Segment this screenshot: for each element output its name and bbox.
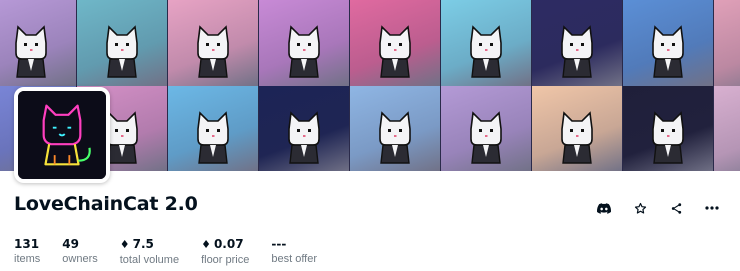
cat-illustration (15, 25, 47, 78)
stat-label: best offer (271, 253, 318, 265)
banner-tile (532, 86, 622, 171)
stat-floor-price[interactable]: ♦ 0.07 floor price (201, 237, 249, 268)
cat-illustration (470, 111, 502, 164)
stat-items[interactable]: 131 items (14, 237, 40, 268)
cat-illustration (732, 105, 740, 165)
banner-tile (168, 0, 258, 86)
cat-illustration (379, 111, 411, 164)
stat-best-offer[interactable]: --- best offer (271, 237, 317, 268)
banner-tile (77, 0, 167, 86)
stat-value: 49 (62, 237, 79, 251)
neon-cat-logo (18, 91, 106, 179)
share-button[interactable] (662, 196, 690, 220)
collection-title: LoveChainCat 2.0 (14, 193, 198, 215)
banner-tile (350, 0, 440, 86)
cat-illustration (561, 25, 593, 78)
cat-illustration (197, 25, 229, 78)
banner-row (0, 86, 740, 171)
stat-value: 7.5 (132, 237, 154, 251)
collection-stats: 131 items 49 owners ♦ 7.5 total volume ♦ 0… (14, 237, 339, 268)
banner-tile (441, 86, 531, 171)
stat-value: 131 (14, 237, 40, 251)
cat-illustration (652, 25, 684, 78)
banner-tile (714, 0, 740, 86)
favorite-button[interactable] (626, 196, 654, 220)
stat-label: floor price (201, 254, 250, 266)
banner-tile (532, 0, 622, 86)
banner-row (0, 0, 740, 86)
cat-illustration (652, 111, 684, 164)
banner-tile (350, 86, 440, 171)
banner-tile (714, 86, 740, 171)
banner-tile (259, 86, 349, 171)
stat-value: --- (271, 237, 287, 251)
collection-banner (0, 0, 740, 171)
cat-illustration (288, 25, 320, 78)
stat-label: items (14, 253, 41, 265)
more-icon (705, 206, 719, 210)
stat-value: 0.07 (213, 237, 244, 251)
cat-illustration (106, 25, 138, 78)
cat-illustration (561, 111, 593, 164)
stat-total-volume[interactable]: ♦ 7.5 total volume (120, 237, 179, 268)
stat-owners[interactable]: 49 owners (62, 237, 97, 268)
cat-illustration (470, 25, 502, 78)
stat-label: owners (62, 253, 98, 265)
more-button[interactable] (698, 196, 726, 220)
banner-tile (0, 0, 76, 86)
share-icon (671, 202, 681, 214)
collection-actions (582, 196, 726, 220)
stat-label: total volume (119, 254, 180, 266)
banner-tile (441, 0, 531, 86)
banner-tile (259, 0, 349, 86)
banner-tile (168, 86, 258, 171)
cat-illustration (732, 19, 740, 79)
banner-tile (623, 86, 713, 171)
discord-icon (597, 202, 611, 214)
star-icon (634, 202, 646, 214)
eth-icon: ♦ (201, 238, 211, 251)
cat-illustration (288, 111, 320, 164)
eth-icon: ♦ (119, 238, 130, 251)
cat-illustration (197, 111, 229, 164)
collection-avatar[interactable] (14, 87, 110, 183)
cat-illustration (379, 25, 411, 78)
discord-button[interactable] (590, 196, 618, 220)
banner-tile (623, 0, 713, 86)
